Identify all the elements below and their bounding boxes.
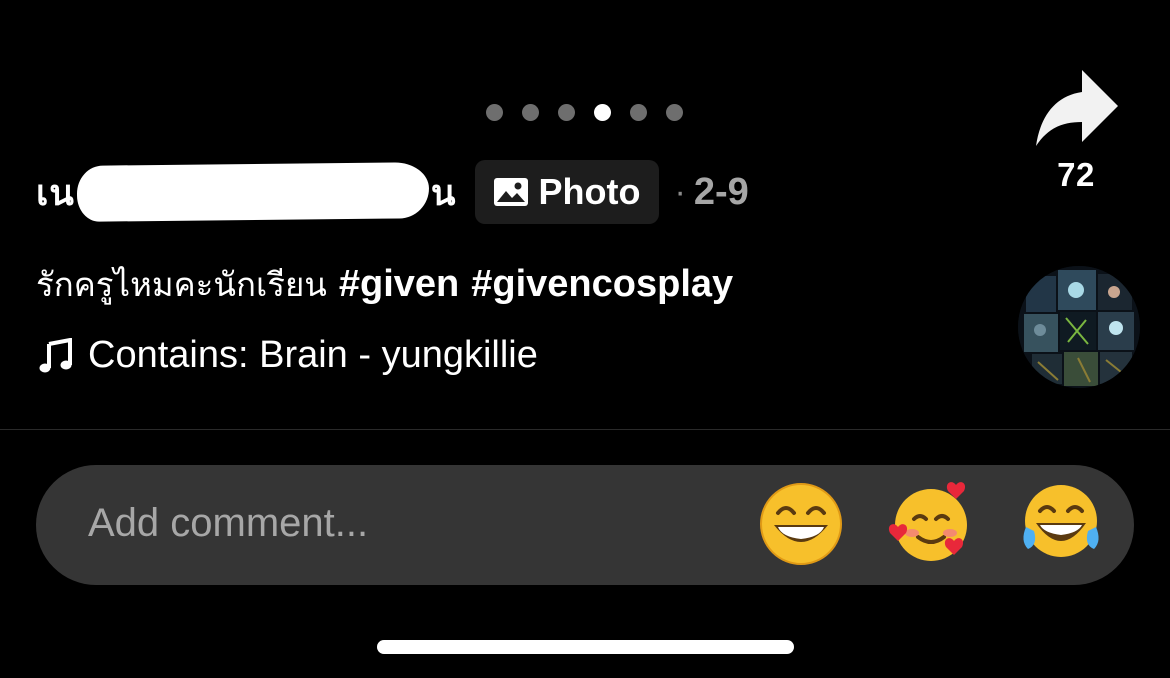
author-name-redaction: [76, 162, 430, 222]
comment-input[interactable]: Add comment...: [88, 501, 368, 546]
music-text: Contains: Brain - yungkillie: [88, 334, 538, 376]
author-name-end[interactable]: น: [431, 164, 457, 221]
carousel-dot: [522, 104, 539, 121]
music-avatar[interactable]: [1018, 266, 1140, 388]
share-count: 72: [1057, 156, 1095, 193]
carousel-dot: [486, 104, 503, 121]
post-type-badge: Photo: [474, 160, 659, 224]
meta-separator: ·: [674, 172, 686, 211]
hashtag-link[interactable]: #given: [339, 263, 459, 305]
music-info[interactable]: Contains: Brain - yungkillie: [38, 334, 638, 377]
share-button[interactable]: 72: [1028, 66, 1124, 194]
carousel-dot-active: [594, 104, 611, 121]
author-name-start[interactable]: เน: [36, 164, 75, 221]
face-with-tears-of-joy-icon[interactable]: [1016, 479, 1106, 569]
post-date: 2-9: [693, 170, 749, 213]
caption-text: รักครูไหมคะนักเรียน: [36, 265, 327, 304]
photo-icon: [493, 177, 529, 207]
post-type-label: Photo: [538, 171, 641, 212]
smiling-face-with-hearts-icon[interactable]: [886, 479, 976, 569]
divider: [0, 429, 1170, 430]
hashtag-link[interactable]: #givencosplay: [471, 263, 733, 305]
carousel-dot: [558, 104, 575, 121]
comment-input-bar[interactable]: Add comment...: [36, 465, 1134, 585]
share-arrow-icon: [1036, 70, 1118, 146]
carousel-indicator: [486, 104, 683, 121]
grinning-face-icon[interactable]: [756, 479, 846, 569]
home-indicator[interactable]: [377, 640, 794, 654]
post-meta-row: เน น Photo · 2-9: [36, 160, 749, 224]
music-note-icon: [38, 337, 74, 374]
post-caption: รักครูไหมคะนักเรียน #given #givencosplay: [36, 258, 733, 311]
carousel-dot: [630, 104, 647, 121]
carousel-dot: [666, 104, 683, 121]
